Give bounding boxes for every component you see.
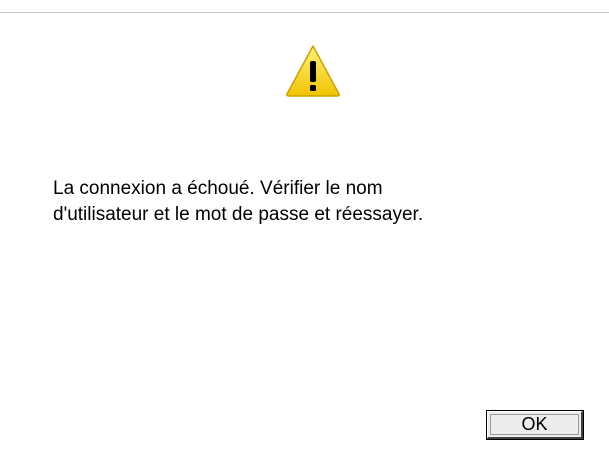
ok-button[interactable]: OK <box>486 410 584 440</box>
error-message-line-1: La connexion a échoué. Vérifier le nom <box>53 178 383 199</box>
error-message-line-2: d'utilisateur et le mot de passe et rées… <box>53 204 424 225</box>
login-failed-dialog: La connexion a échoué. Vérifier le nom d… <box>0 0 609 449</box>
dialog-top-border <box>0 12 609 13</box>
warning-icon <box>286 45 340 97</box>
error-message: La connexion a échoué. Vérifier le nom d… <box>53 176 573 228</box>
ok-button-label: OK <box>521 414 548 434</box>
